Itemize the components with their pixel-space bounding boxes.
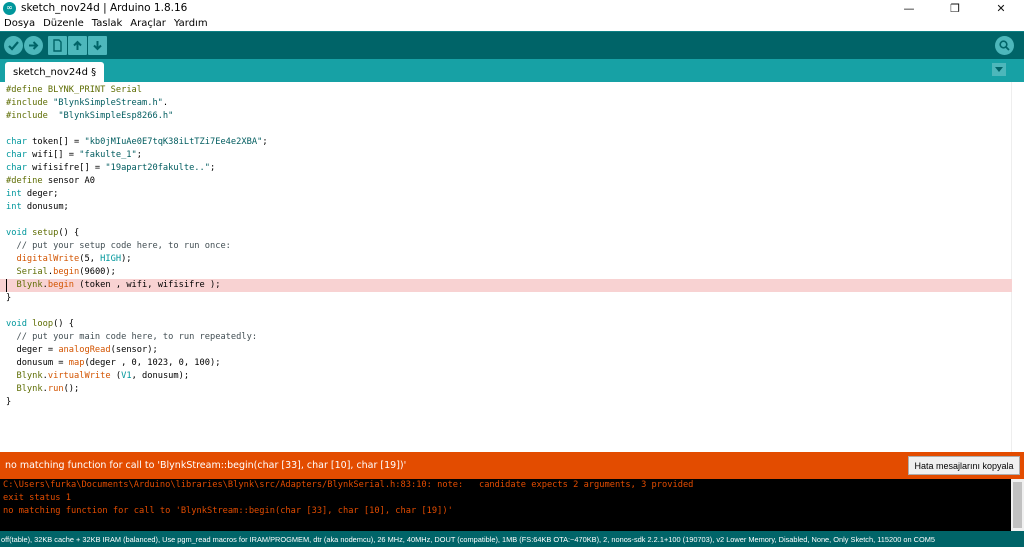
window-title: sketch_nov24d | Arduino 1.8.16 [21, 2, 188, 14]
magnifier-icon [999, 40, 1010, 51]
code-line[interactable]: digitalWrite(5, HIGH); [0, 253, 1012, 266]
verify-button[interactable] [4, 36, 23, 55]
code-line[interactable]: deger = analogRead(sensor); [0, 344, 1012, 357]
new-file-icon [53, 39, 62, 52]
code-line[interactable]: donusum = map(deger , 0, 1023, 0, 100); [0, 357, 1012, 370]
console-scrollbar[interactable] [1011, 479, 1024, 531]
menu-sketch[interactable]: Taslak [88, 18, 127, 29]
console-output: C:\Users\furka\Documents\Arduino\librari… [0, 479, 1024, 531]
tab-menu-button[interactable] [992, 63, 1006, 76]
code-line[interactable]: // put your setup code here, to run once… [0, 240, 1012, 253]
arrow-down-icon [93, 41, 102, 51]
console-scroll-thumb[interactable] [1013, 482, 1022, 528]
code-line[interactable]: } [0, 292, 1012, 305]
window-controls: — ❐ ✕ [886, 0, 1024, 16]
editor-scrollbar[interactable] [1011, 82, 1024, 452]
board-info: off(table), 32KB cache + 32KB IRAM (bala… [1, 534, 936, 544]
error-message: no matching function for call to 'BlynkS… [5, 460, 407, 471]
new-button[interactable] [48, 36, 67, 55]
close-button[interactable]: ✕ [978, 0, 1024, 16]
arrow-up-icon [73, 40, 82, 50]
check-icon [8, 41, 19, 51]
error-status-bar: no matching function for call to 'BlynkS… [0, 452, 1024, 479]
menu-edit[interactable]: Düzenle [39, 18, 88, 29]
code-editor[interactable]: #define BLYNK_PRINT Serial #include "Blyn… [0, 82, 1024, 452]
code-line[interactable]: void setup() { [0, 227, 1012, 240]
code-line[interactable]: int donusum; [0, 201, 1012, 214]
minimize-button[interactable]: — [886, 0, 932, 16]
tab-strip: sketch_nov24d § [0, 59, 1024, 82]
code-line[interactable]: char token[] = "kb0jMIuAe0E7tqK38iLtTZi7… [0, 136, 1012, 149]
code-line[interactable]: char wifisifre[] = "19apart20fakulte.."; [0, 162, 1012, 175]
arrow-right-icon [29, 41, 39, 50]
code-line[interactable]: // put your main code here, to run repea… [0, 331, 1012, 344]
save-button[interactable] [88, 36, 107, 55]
code-line[interactable]: #include "BlynkSimpleStream.h". [0, 97, 1012, 110]
arduino-logo-icon: ∞ [3, 1, 16, 15]
menu-help[interactable]: Yardım [170, 18, 212, 29]
code-line[interactable]: Blynk.run(); [0, 383, 1012, 396]
code-line[interactable]: void loop() { [0, 318, 1012, 331]
code-line[interactable]: } [0, 396, 1012, 409]
code-line[interactable]: char wifi[] = "fakulte_1"; [0, 149, 1012, 162]
tab-sketch[interactable]: sketch_nov24d § [5, 62, 105, 82]
open-button[interactable] [68, 36, 87, 55]
serial-monitor-button[interactable] [995, 36, 1014, 55]
maximize-button[interactable]: ❐ [932, 0, 978, 16]
upload-button[interactable] [24, 36, 43, 55]
text-caret [6, 279, 7, 292]
console-line: no matching function for call to 'BlynkS… [3, 506, 453, 516]
console-line: C:\Users\furka\Documents\Arduino\librari… [3, 480, 694, 490]
code-line[interactable]: #define BLYNK_PRINT Serial [0, 84, 1012, 97]
code-line[interactable]: Blynk.virtualWrite (V1, donusum); [0, 370, 1012, 383]
title-bar: ∞ sketch_nov24d | Arduino 1.8.16 — ❐ ✕ [0, 0, 1024, 16]
console-line: exit status 1 [3, 493, 71, 503]
copy-error-button[interactable]: Hata mesajlarını kopyala [908, 456, 1020, 475]
toolbar [0, 31, 1024, 59]
code-line[interactable]: #define sensor A0 [0, 175, 1012, 188]
chevron-down-icon [995, 67, 1003, 72]
code-line[interactable]: #include "BlynkSimpleEsp8266.h" [0, 110, 1012, 123]
board-status-footer: off(table), 32KB cache + 32KB IRAM (bala… [0, 531, 1024, 547]
code-line-error[interactable]: Blynk.begin (token , wifi, wifisifre ); [0, 279, 1012, 292]
code-line[interactable]: int deger; [0, 188, 1012, 201]
code-line[interactable] [0, 123, 1012, 136]
code-line[interactable] [0, 305, 1012, 318]
menu-tools[interactable]: Araçlar [126, 18, 170, 29]
menu-file[interactable]: Dosya [0, 18, 39, 29]
menu-bar: Dosya Düzenle Taslak Araçlar Yardım [0, 16, 1024, 31]
code-line[interactable] [0, 214, 1012, 227]
code-line[interactable]: Serial.begin(9600); [0, 266, 1012, 279]
